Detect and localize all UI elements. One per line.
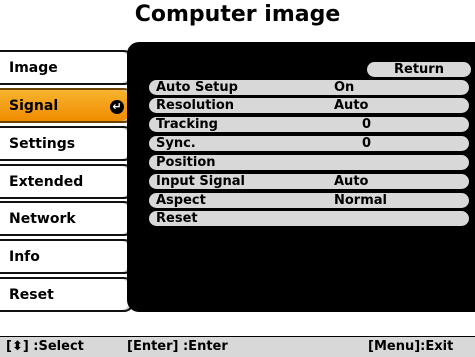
setting-label: Sync.: [156, 136, 196, 151]
setting-row-input-signal[interactable]: Input Signal Auto: [149, 174, 469, 189]
menu-item-reset[interactable]: Reset: [0, 277, 134, 312]
setting-value: 0: [362, 136, 372, 151]
setting-row-tracking[interactable]: Tracking 0: [149, 117, 469, 132]
menu-item-label: Signal: [9, 97, 59, 114]
setting-label: Tracking: [156, 117, 218, 132]
setting-label: Resolution: [156, 98, 235, 113]
setting-row-aspect[interactable]: Aspect Normal: [149, 193, 469, 208]
menu-item-image[interactable]: Image: [0, 50, 134, 85]
setting-label: Position: [156, 155, 216, 170]
menu-item-network[interactable]: Network: [0, 201, 134, 236]
setting-value: 0: [362, 117, 372, 132]
menu-item-settings[interactable]: Settings: [0, 126, 134, 161]
menu-item-label: Reset: [9, 286, 54, 303]
help-select: [⬍] :Select: [6, 339, 84, 354]
setting-label: Aspect: [156, 193, 206, 208]
menu-item-label: Settings: [9, 135, 76, 152]
setting-value: Auto: [334, 98, 369, 113]
setting-row-reset[interactable]: Reset: [149, 211, 469, 226]
menu-item-label: Info: [9, 248, 40, 265]
menu-item-label: Extended: [9, 173, 84, 190]
setting-value: Auto: [334, 174, 369, 189]
menu-item-label: Image: [9, 59, 58, 76]
help-enter: [Enter] :Enter: [127, 339, 228, 354]
enter-icon: ↵: [110, 100, 124, 114]
menu-item-extended[interactable]: Extended: [0, 164, 134, 199]
help-menu-exit: [Menu]:Exit: [368, 339, 454, 354]
menu-item-info[interactable]: Info: [0, 239, 134, 274]
setting-row-auto-setup[interactable]: Auto Setup On: [149, 80, 469, 95]
setting-label: Reset: [156, 211, 198, 226]
page-title: Computer image: [134, 2, 341, 27]
menu-item-label: Network: [9, 210, 76, 227]
return-button[interactable]: Return: [367, 62, 471, 77]
setting-row-position[interactable]: Position: [149, 155, 469, 170]
setting-label: Auto Setup: [156, 80, 238, 95]
setting-value: Normal: [334, 193, 387, 208]
setting-row-resolution[interactable]: Resolution Auto: [149, 98, 469, 113]
setting-row-sync[interactable]: Sync. 0: [149, 136, 469, 151]
setting-label: Input Signal: [156, 174, 246, 189]
setting-value: On: [334, 80, 355, 95]
help-bar: [⬍] :Select [Enter] :Enter [Menu]:Exit: [0, 336, 475, 357]
menu-item-signal[interactable]: Signal ↵: [0, 88, 134, 123]
